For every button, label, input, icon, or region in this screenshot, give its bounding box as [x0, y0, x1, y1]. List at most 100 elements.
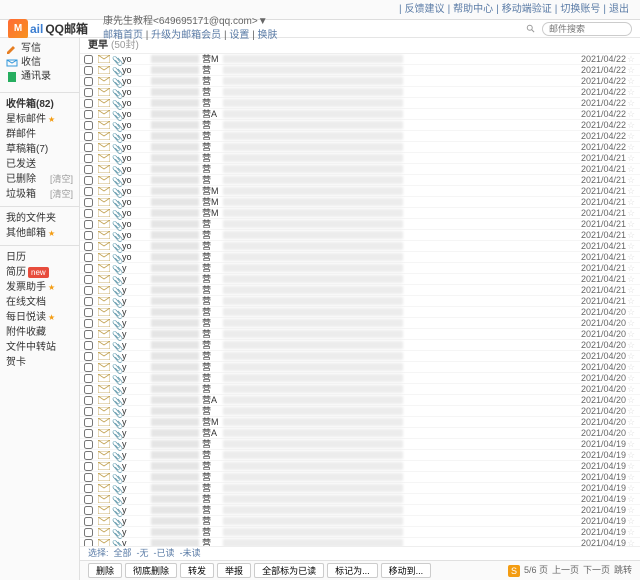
mail-row[interactable]: 📎y营2021/04/19☆ [80, 505, 640, 516]
mail-row[interactable]: 📎y营M2021/04/20☆ [80, 417, 640, 428]
mail-checkbox[interactable] [84, 330, 93, 339]
mail-checkbox[interactable] [84, 517, 93, 526]
folder-item[interactable]: 已删除[清空] [0, 172, 79, 187]
top-link-exit[interactable]: 退出 [609, 3, 629, 17]
folder-item[interactable]: 简历new [0, 265, 79, 280]
mail-checkbox[interactable] [84, 319, 93, 328]
mail-checkbox[interactable] [84, 506, 93, 515]
mail-row[interactable]: 📎y营2021/04/20☆ [80, 307, 640, 318]
folder-item[interactable]: 其他邮箱★ [0, 226, 79, 241]
mail-row[interactable]: 📎yo营2021/04/22☆ [80, 120, 640, 131]
folder-item[interactable]: 星标邮件★ [0, 112, 79, 127]
purge-button[interactable]: 彻底删除 [125, 563, 177, 578]
contacts-button[interactable]: 通讯录 [4, 70, 75, 84]
mail-row[interactable]: 📎yo营M2021/04/21☆ [80, 208, 640, 219]
mail-checkbox[interactable] [84, 242, 93, 251]
mail-checkbox[interactable] [84, 363, 93, 372]
mail-row[interactable]: 📎y营2021/04/21☆ [80, 296, 640, 307]
mail-checkbox[interactable] [84, 341, 93, 350]
mail-row[interactable]: 📎yo营A2021/04/22☆ [80, 109, 640, 120]
markread-button[interactable]: 全部标为已读 [254, 563, 324, 578]
mail-checkbox[interactable] [84, 66, 93, 75]
mail-row[interactable]: 📎yo营2021/04/22☆ [80, 65, 640, 76]
page-next[interactable]: 下一页 [583, 564, 610, 577]
mail-row[interactable]: 📎y营2021/04/20☆ [80, 373, 640, 384]
mail-row[interactable]: 📎y营2021/04/19☆ [80, 461, 640, 472]
mail-checkbox[interactable] [84, 187, 93, 196]
mail-checkbox[interactable] [84, 286, 93, 295]
logo[interactable]: M ail QQ邮箱 [8, 19, 88, 39]
select-unread[interactable]: 未读 [183, 547, 201, 560]
folder-item[interactable]: 贺卡 [0, 355, 79, 370]
folder-item[interactable]: 群邮件 [0, 127, 79, 142]
mail-checkbox[interactable] [84, 352, 93, 361]
mail-checkbox[interactable] [84, 220, 93, 229]
mail-row[interactable]: 📎y营A2021/04/20☆ [80, 395, 640, 406]
mail-checkbox[interactable] [84, 209, 93, 218]
mail-row[interactable]: 📎yo营2021/04/22☆ [80, 98, 640, 109]
mail-row[interactable]: 📎yo营2021/04/21☆ [80, 175, 640, 186]
mail-row[interactable]: 📎yo营M2021/04/21☆ [80, 197, 640, 208]
mail-row[interactable]: 📎yo营M2021/04/22☆ [80, 54, 640, 65]
mail-row[interactable]: 📎yo营2021/04/21☆ [80, 164, 640, 175]
folder-item[interactable]: 日历 [0, 250, 79, 265]
mail-checkbox[interactable] [84, 528, 93, 537]
mail-row[interactable]: 📎yo营M2021/04/21☆ [80, 186, 640, 197]
select-all[interactable]: 全部 [114, 547, 132, 560]
mail-row[interactable]: 📎yo营2021/04/22☆ [80, 142, 640, 153]
mail-row[interactable]: 📎y营A2021/04/20☆ [80, 428, 640, 439]
mail-row[interactable]: 📎y营2021/04/21☆ [80, 274, 640, 285]
mail-checkbox[interactable] [84, 374, 93, 383]
folder-item[interactable]: 文件中转站 [0, 340, 79, 355]
mail-row[interactable]: 📎yo营2021/04/21☆ [80, 230, 640, 241]
folder-item[interactable]: 已发送 [0, 157, 79, 172]
mail-row[interactable]: 📎y营2021/04/19☆ [80, 494, 640, 505]
mail-row[interactable]: 📎y营2021/04/20☆ [80, 384, 640, 395]
mail-row[interactable]: 📎yo营2021/04/21☆ [80, 241, 640, 252]
mail-checkbox[interactable] [84, 264, 93, 273]
mail-list[interactable]: 📎yo营M2021/04/22☆📎yo营2021/04/22☆📎yo营2021/… [80, 54, 640, 546]
delete-button[interactable]: 删除 [88, 563, 122, 578]
mail-checkbox[interactable] [84, 297, 93, 306]
top-link-switch[interactable]: 切换账号 [560, 3, 600, 17]
mail-row[interactable]: 📎y营2021/04/19☆ [80, 472, 640, 483]
mail-row[interactable]: 📎y营2021/04/19☆ [80, 439, 640, 450]
mail-row[interactable]: 📎y营2021/04/20☆ [80, 351, 640, 362]
mail-row[interactable]: 📎y营2021/04/20☆ [80, 362, 640, 373]
receive-button[interactable]: 收信 [4, 56, 75, 70]
mail-checkbox[interactable] [84, 473, 93, 482]
page-prev[interactable]: 上一页 [552, 564, 579, 577]
mail-checkbox[interactable] [84, 440, 93, 449]
mail-checkbox[interactable] [84, 99, 93, 108]
folder-item[interactable]: 垃圾箱[清空] [0, 187, 79, 202]
mail-checkbox[interactable] [84, 143, 93, 152]
mail-checkbox[interactable] [84, 396, 93, 405]
select-read[interactable]: 已读 [157, 547, 175, 560]
mail-checkbox[interactable] [84, 385, 93, 394]
mail-row[interactable]: 📎y营2021/04/20☆ [80, 318, 640, 329]
mail-checkbox[interactable] [84, 308, 93, 317]
mail-checkbox[interactable] [84, 121, 93, 130]
mail-checkbox[interactable] [84, 462, 93, 471]
mail-checkbox[interactable] [84, 198, 93, 207]
mail-checkbox[interactable] [84, 495, 93, 504]
mail-row[interactable]: 📎yo营2021/04/22☆ [80, 87, 640, 98]
mail-checkbox[interactable] [84, 275, 93, 284]
mail-checkbox[interactable] [84, 77, 93, 86]
mail-checkbox[interactable] [84, 484, 93, 493]
folder-action[interactable]: [清空] [50, 188, 73, 201]
report-button[interactable]: 举报 [217, 563, 251, 578]
mail-row[interactable]: 📎yo营2021/04/21☆ [80, 252, 640, 263]
folder-item[interactable]: 收件箱(82) [0, 97, 79, 112]
mail-row[interactable]: 📎y营2021/04/19☆ [80, 450, 640, 461]
mail-row[interactable]: 📎y营2021/04/19☆ [80, 527, 640, 538]
mail-checkbox[interactable] [84, 451, 93, 460]
mail-checkbox[interactable] [84, 55, 93, 64]
mail-checkbox[interactable] [84, 132, 93, 141]
folder-item[interactable]: 发票助手★ [0, 280, 79, 295]
mail-row[interactable]: 📎y营2021/04/21☆ [80, 285, 640, 296]
star-toggle[interactable]: ☆ [626, 537, 636, 546]
mail-row[interactable]: 📎y营2021/04/19☆ [80, 483, 640, 494]
mail-row[interactable]: 📎yo营2021/04/22☆ [80, 131, 640, 142]
mail-checkbox[interactable] [84, 231, 93, 240]
